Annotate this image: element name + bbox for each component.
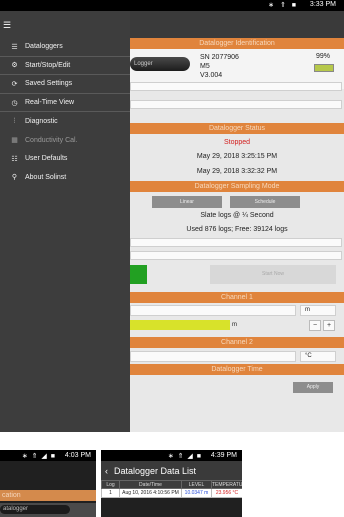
- plus-button[interactable]: +: [323, 320, 335, 331]
- column-header-log[interactable]: Log: [101, 480, 120, 489]
- thumb1-logger-card[interactable]: atalogger: [0, 503, 96, 517]
- chart-icon: ▦: [11, 137, 18, 145]
- hamburger-icon[interactable]: ☰: [3, 21, 11, 30]
- sliders-icon: ⫶: [13, 117, 16, 125]
- thumbnail-screen-data-list: ∗ ⇑ ◢ ■ 4:39 PM ‹ Datalogger Data List L…: [101, 450, 242, 517]
- drawer-item-saved-settings[interactable]: ⟳ Saved Settings: [0, 75, 130, 94]
- logger-identification-header: Datalogger Identification: [130, 38, 344, 49]
- minus-button[interactable]: −: [309, 320, 321, 331]
- sampling-mode-header: Datalogger Sampling Mode: [130, 181, 344, 192]
- person-icon: ⚲: [11, 174, 18, 182]
- drawer-item-label: About Solinst: [25, 173, 67, 181]
- stop-time: May 29, 2018 3:32:32 PM: [196, 168, 278, 175]
- drawer-item-conductivity-cal[interactable]: ▦ Conductivity Cal.: [0, 131, 130, 150]
- drawer-item-label: Dataloggers: [25, 43, 63, 51]
- sampling-rate: Slate logs @ ¼ Second: [200, 212, 274, 219]
- thumb2-status-icons: ∗ ⇑ ◢ ■: [167, 453, 202, 460]
- sampling-field-1[interactable]: [130, 238, 342, 247]
- settings-icon: ⚙: [11, 62, 18, 70]
- start-indicator-button[interactable]: [130, 265, 147, 284]
- thumb2-app-bar: ‹ Datalogger Data List: [101, 461, 242, 480]
- drawer-item-label: Saved Settings: [25, 80, 73, 88]
- thumb1-logger-label: atalogger: [0, 505, 70, 514]
- drawer-item-user-defaults[interactable]: ☷ User Defaults: [0, 150, 130, 169]
- logger-version: V3.004: [200, 72, 223, 79]
- thumbnail-screen-identification: ∗ ⇑ ◢ ■ 4:03 PM cation atalogger: [0, 450, 96, 517]
- column-header-level[interactable]: LEVEL: [181, 480, 212, 489]
- channel2-name-field[interactable]: [130, 351, 296, 362]
- thumb2-status-time: 4:39 PM: [210, 452, 237, 459]
- thumb2-status-bar: ∗ ⇑ ◢ ■ 4:39 PM: [101, 450, 242, 461]
- cell-log: 1: [101, 488, 120, 498]
- logger-status: Stopped: [223, 139, 251, 146]
- status-time: 3:33 PM: [309, 1, 336, 8]
- status-icons: ∗ ⇑ ■: [268, 2, 298, 9]
- drawer-item-label: Start/Stop/Edit: [25, 61, 71, 69]
- battery-icon: [314, 64, 334, 72]
- apply-button[interactable]: Apply: [293, 382, 333, 393]
- drawer-item-diagnostic[interactable]: ⫶ Diagnostic: [0, 112, 130, 131]
- logger-info: SN 2077906 M5 V3.004: [200, 53, 239, 80]
- drawer-item-about-solinst[interactable]: ⚲ About Solinst: [0, 168, 130, 187]
- channel1-name-field[interactable]: [130, 305, 296, 316]
- channel2-unit-select[interactable]: °C: [300, 351, 336, 362]
- logger-model: M5: [200, 63, 210, 70]
- cell-temperature: 23.956 °C: [211, 488, 242, 498]
- project-id-field[interactable]: [130, 82, 342, 91]
- channel2-header: Channel 2: [130, 337, 344, 348]
- drawer-header: ☰: [0, 11, 130, 38]
- drawer-item-real-time-view[interactable]: ◷ Real-Time View: [0, 94, 130, 113]
- logger-image: Logger: [130, 57, 190, 71]
- navigation-drawer: ☰ ☰ Dataloggers ⚙ Start/Stop/Edit ⟳ Save…: [0, 11, 130, 432]
- clock-icon: ◷: [11, 99, 18, 107]
- main-screen: ∗ ⇑ ■ 3:33 PM Datalogger Identification …: [0, 0, 344, 432]
- drawer-item-label: Conductivity Cal.: [25, 136, 78, 144]
- level-bar: [130, 320, 230, 330]
- column-header-temperature[interactable]: TEMPERATU...: [211, 480, 242, 489]
- battery-percent: 99%: [315, 53, 330, 60]
- start-time: May 29, 2018 3:25:15 PM: [196, 153, 278, 160]
- location-field[interactable]: [130, 100, 342, 109]
- drawer-item-label: Diagnostic: [25, 118, 58, 126]
- thumb1-status-bar: ∗ ⇑ ◢ ■ 4:03 PM: [0, 450, 96, 461]
- channel1-unit-select[interactable]: m: [300, 305, 336, 316]
- linear-mode-button[interactable]: Linear: [152, 196, 222, 208]
- data-list-table: Log Date/Time LEVEL TEMPERATU... 1 Aug 1…: [101, 480, 242, 498]
- drawer-item-start-stop-edit[interactable]: ⚙ Start/Stop/Edit: [0, 57, 130, 76]
- user-list-icon: ☷: [11, 155, 18, 163]
- logger-serial: SN 2077906: [200, 54, 239, 61]
- column-header-datetime[interactable]: Date/Time: [119, 480, 182, 489]
- thumb2-title: Datalogger Data List: [114, 465, 197, 476]
- time-header: Datalogger Time: [130, 364, 344, 375]
- memory-usage: Used 876 logs; Free: 39124 logs: [186, 226, 288, 233]
- start-now-button[interactable]: Start Now: [210, 265, 336, 284]
- level-unit: m: [232, 322, 237, 328]
- sampling-field-2[interactable]: [130, 251, 342, 260]
- status-header: Datalogger Status: [130, 123, 344, 134]
- status-bar: ∗ ⇑ ■ 3:33 PM: [0, 0, 344, 11]
- schedule-mode-button[interactable]: Schedule: [230, 196, 300, 208]
- drawer-item-label: User Defaults: [25, 155, 68, 163]
- list-icon: ☰: [11, 43, 18, 51]
- cell-datetime: Aug 10, 2016 4:10:56 PM: [119, 488, 182, 498]
- table-row[interactable]: 1 Aug 10, 2016 4:10:56 PM 10.0347 m 23.9…: [101, 488, 242, 498]
- thumb1-section-header: cation: [0, 490, 96, 501]
- thumb1-status-time: 4:03 PM: [64, 452, 91, 459]
- refresh-icon: ⟳: [11, 80, 18, 88]
- cell-level: 10.0347 m: [181, 488, 212, 498]
- channel1-header: Channel 1: [130, 292, 344, 303]
- back-chevron-icon[interactable]: ‹: [105, 466, 108, 476]
- drawer-item-dataloggers[interactable]: ☰ Dataloggers: [0, 38, 130, 57]
- drawer-item-label: Real-Time View: [25, 99, 75, 107]
- thumb1-status-icons: ∗ ⇑ ◢ ■: [21, 453, 56, 460]
